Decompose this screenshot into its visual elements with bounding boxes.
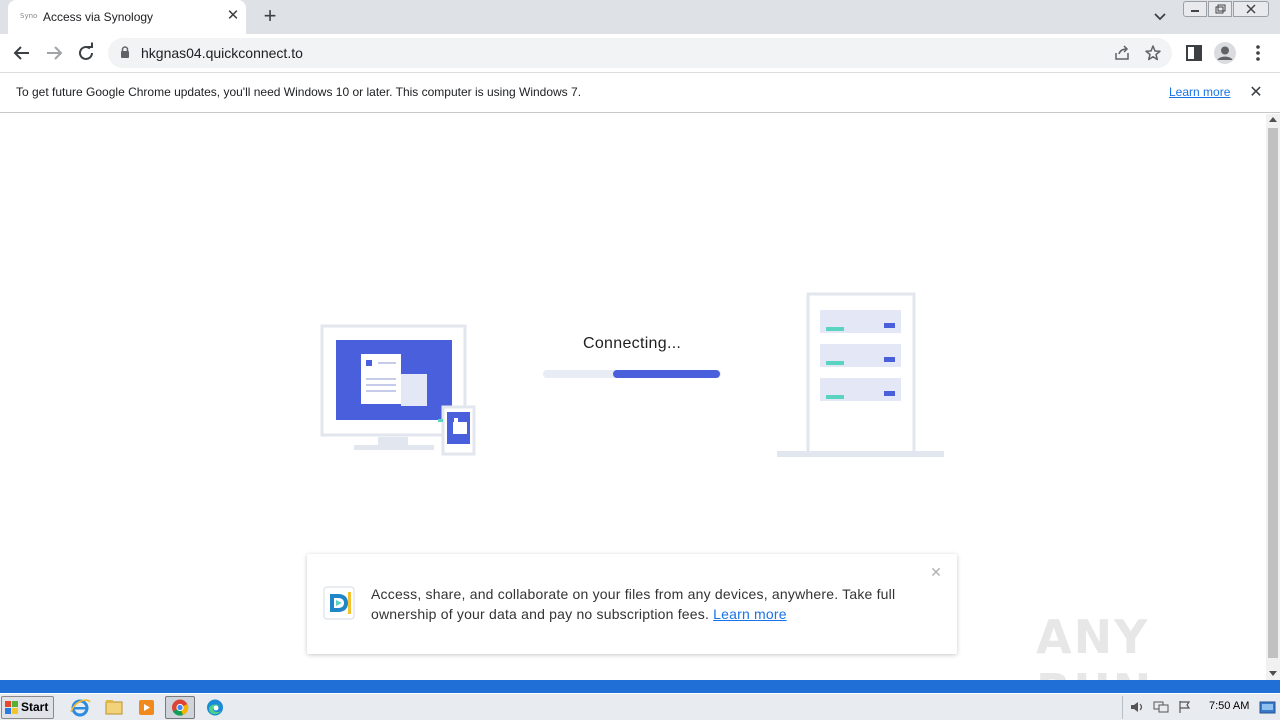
tab-active[interactable]: Syno Access via Synology ✕ bbox=[8, 0, 246, 34]
window-close-button[interactable] bbox=[1233, 1, 1269, 17]
menu-icon[interactable] bbox=[1246, 41, 1270, 65]
nas-server-icon bbox=[777, 292, 944, 457]
tab-strip: Syno Access via Synology ✕ + bbox=[0, 0, 1280, 34]
share-icon[interactable] bbox=[1113, 44, 1131, 62]
scroll-up-arrow-icon[interactable] bbox=[1269, 117, 1277, 122]
windows-logo-icon bbox=[5, 701, 18, 714]
synology-drive-icon bbox=[323, 586, 355, 620]
system-tray: 7:50 AM bbox=[1122, 696, 1280, 719]
close-icon bbox=[1246, 4, 1256, 14]
file-explorer-icon[interactable] bbox=[99, 696, 129, 719]
progress-fill bbox=[613, 370, 720, 378]
update-infobar: To get future Google Chrome updates, you… bbox=[0, 72, 1280, 113]
synology-favicon-icon: Syno bbox=[20, 12, 38, 20]
promo-text: Access, share, and collaborate on your f… bbox=[371, 586, 896, 622]
scrollbar-thumb[interactable] bbox=[1268, 128, 1278, 658]
profile-icon[interactable] bbox=[1213, 41, 1237, 65]
windows-taskbar: Start 7:50 AM bbox=[0, 693, 1280, 720]
browser-toolbar: hkgnas04.quickconnect.to bbox=[0, 34, 1280, 72]
volume-icon[interactable] bbox=[1129, 700, 1145, 714]
back-icon[interactable] bbox=[10, 41, 34, 65]
action-center-flag-icon[interactable] bbox=[1177, 700, 1193, 714]
star-icon[interactable] bbox=[1144, 44, 1162, 62]
internet-explorer-icon[interactable] bbox=[66, 696, 96, 719]
window-restore-button[interactable] bbox=[1208, 1, 1232, 17]
promo-learn-more-link[interactable]: Learn more bbox=[713, 606, 787, 622]
page-content: Connecting... Access, share, and collabo… bbox=[0, 114, 1266, 718]
media-player-icon[interactable] bbox=[132, 696, 162, 719]
infobar-close-button[interactable]: ✕ bbox=[1246, 83, 1266, 103]
infobar-message: To get future Google Chrome updates, you… bbox=[16, 85, 582, 99]
network-icon[interactable] bbox=[1153, 700, 1169, 714]
taskbar-chrome-button[interactable] bbox=[165, 696, 195, 719]
new-tab-button[interactable]: + bbox=[258, 5, 282, 29]
start-button[interactable]: Start bbox=[1, 696, 54, 719]
promo-message: Access, share, and collaborate on your f… bbox=[371, 584, 931, 624]
connecting-status: Connecting... bbox=[583, 335, 682, 352]
promo-banner: Access, share, and collaborate on your f… bbox=[307, 554, 957, 654]
infobar-learn-more-link[interactable]: Learn more bbox=[1169, 85, 1230, 99]
tab-search-icon[interactable] bbox=[1150, 8, 1170, 26]
edge-icon[interactable] bbox=[200, 696, 230, 719]
start-label: Start bbox=[21, 700, 49, 714]
show-desktop-icon[interactable] bbox=[1259, 700, 1277, 715]
computer-icon bbox=[320, 324, 476, 456]
address-bar[interactable]: hkgnas04.quickconnect.to bbox=[108, 38, 1172, 68]
url-text[interactable]: hkgnas04.quickconnect.to bbox=[141, 45, 303, 61]
scroll-down-arrow-icon[interactable] bbox=[1269, 671, 1277, 676]
vertical-scrollbar[interactable] bbox=[1266, 114, 1280, 680]
side-panel-icon[interactable] bbox=[1182, 41, 1206, 65]
forward-icon[interactable] bbox=[42, 41, 66, 65]
minimize-icon bbox=[1191, 10, 1199, 12]
connection-progress-bar bbox=[543, 370, 721, 378]
reload-icon[interactable] bbox=[74, 41, 98, 65]
tab-close-button[interactable]: ✕ bbox=[224, 7, 242, 25]
taskbar-clock[interactable]: 7:50 AM bbox=[1209, 700, 1249, 712]
chrome-icon bbox=[172, 699, 189, 716]
promo-close-button[interactable]: ✕ bbox=[928, 564, 944, 580]
desktop-strip bbox=[0, 680, 1280, 693]
window-minimize-button[interactable] bbox=[1183, 1, 1207, 17]
lock-icon[interactable] bbox=[120, 46, 130, 59]
restore-icon bbox=[1215, 4, 1226, 14]
tab-title: Access via Synology bbox=[43, 10, 154, 24]
